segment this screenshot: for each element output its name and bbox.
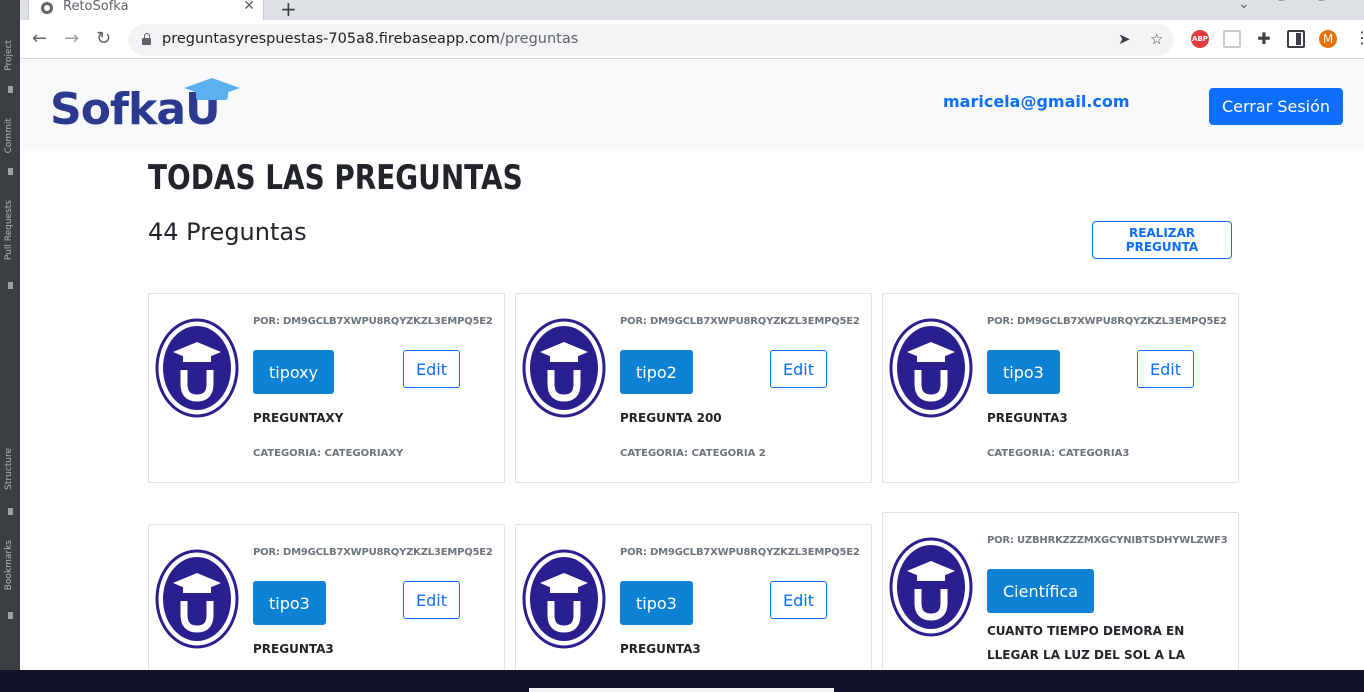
ide-bookmarks-tab[interactable]: Bookmarks xyxy=(4,540,14,590)
ide-commit-tab[interactable]: Commit xyxy=(4,118,14,153)
question-count: 44 Preguntas xyxy=(148,218,307,246)
sofka-u-logo-icon xyxy=(889,537,973,637)
question-card[interactable]: POR: DM9GCLB7XWPU8RQYZKZL3EMPQ5E2 tipo2 Ed… xyxy=(515,293,872,483)
question-type-button[interactable]: tipo3 xyxy=(253,581,326,625)
adblock-extension-icon[interactable]: ABP xyxy=(1191,30,1209,48)
question-type-button[interactable]: Científica xyxy=(987,569,1094,613)
graduation-cap-icon xyxy=(184,78,240,100)
question-text: PREGUNTA3 xyxy=(620,642,701,656)
browser-tab[interactable]: RetoSofka ✕ xyxy=(28,0,264,20)
taskbar xyxy=(0,670,1364,692)
question-text: PREGUNTA3 xyxy=(987,411,1068,425)
question-category: CATEGORIA: CATEGORIA 2 xyxy=(620,448,766,459)
question-card[interactable]: POR: DM9GCLB7XWPU8RQYZKZL3EMPQ5E2 tipo3 Ed… xyxy=(882,293,1239,483)
page-title: TODAS LAS PREGUNTAS xyxy=(148,158,523,198)
ide-project-tab[interactable]: Project xyxy=(4,40,14,71)
url-host: preguntasyrespuestas-705a8.firebaseapp.c… xyxy=(162,31,500,47)
back-arrow-icon[interactable]: ← xyxy=(32,29,47,49)
extensions-puzzle-icon[interactable]: ✚ xyxy=(1255,30,1273,48)
tab-strip: RetoSofka ✕ + ⌄ – – xyxy=(20,0,1364,21)
sofka-u-logo-icon xyxy=(155,318,239,418)
tab-title: RetoSofka xyxy=(63,0,129,14)
browser-window: RetoSofka ✕ + ⌄ – – ← → ↻ preguntasyresp… xyxy=(20,0,1364,670)
question-type-button[interactable]: tipo3 xyxy=(987,350,1060,394)
edit-button[interactable]: Edit xyxy=(770,350,827,388)
sofka-logo[interactable]: SofkaU xyxy=(50,76,250,140)
question-card[interactable]: POR: DM9GCLB7XWPU8RQYZKZL3EMPQ5E2 tipo3 Ed… xyxy=(148,524,505,670)
logout-button[interactable]: Cerrar Sesión xyxy=(1209,88,1343,125)
question-author: POR: DM9GCLB7XWPU8RQYZKZL3EMPQ5E2 xyxy=(253,547,493,558)
ask-question-button[interactable]: REALIZAR PREGUNTA xyxy=(1092,221,1232,259)
bookmark-star-icon[interactable]: ☆ xyxy=(1150,30,1163,48)
globe-icon xyxy=(41,2,53,14)
question-author: POR: DM9GCLB7XWPU8RQYZKZL3EMPQ5E2 xyxy=(253,316,493,327)
ide-pull-requests-tab[interactable]: Pull Requests xyxy=(4,200,14,260)
forward-arrow-icon[interactable]: → xyxy=(64,29,79,49)
ide-marker-icon xyxy=(8,282,13,289)
minimize-icon[interactable]: – xyxy=(1278,0,1285,8)
lock-icon[interactable] xyxy=(142,33,151,45)
sofka-u-logo-icon xyxy=(889,318,973,418)
edit-button[interactable]: Edit xyxy=(770,581,827,619)
question-type-button[interactable]: tipo3 xyxy=(620,581,693,625)
question-type-button[interactable]: tipoxy xyxy=(253,350,335,394)
question-text: PREGUNTAXY xyxy=(253,411,344,425)
question-card[interactable]: POR: DM9GCLB7XWPU8RQYZKZL3EMPQ5E2 tipoxy E… xyxy=(148,293,505,483)
browser-toolbar: ← → ↻ preguntasyrespuestas-705a8.firebas… xyxy=(20,20,1364,59)
question-category: CATEGORIA: CATEGORIAXY xyxy=(253,448,404,459)
question-author: POR: DM9GCLB7XWPU8RQYZKZL3EMPQ5E2 xyxy=(620,316,860,327)
question-text: PREGUNTA3 xyxy=(253,642,334,656)
question-type-button[interactable]: tipo2 xyxy=(620,350,693,394)
url-text: preguntasyrespuestas-705a8.firebaseapp.c… xyxy=(162,31,578,47)
web-page: SofkaU maricela@gmail.com Cerrar Sesión … xyxy=(20,60,1364,670)
question-author: POR: DM9GCLB7XWPU8RQYZKZL3EMPQ5E2 xyxy=(987,316,1227,327)
app-header: SofkaU maricela@gmail.com Cerrar Sesión xyxy=(20,60,1364,151)
menu-kebab-icon[interactable]: ⋮ xyxy=(1354,28,1364,47)
question-category: CATEGORIA: CATEGORIA3 xyxy=(987,448,1130,459)
reload-icon[interactable]: ↻ xyxy=(96,29,111,49)
new-tab-icon[interactable]: + xyxy=(280,0,297,21)
taskbar-highlight xyxy=(529,688,834,692)
ide-marker-icon xyxy=(8,86,13,93)
question-author: POR: UZBHRKZZZMXGCYNIBTSDHYWLZWF3 xyxy=(987,535,1228,546)
side-panel-icon[interactable] xyxy=(1287,30,1305,48)
sofka-u-logo-icon xyxy=(522,318,606,418)
qr-extension-icon[interactable] xyxy=(1223,30,1241,48)
send-icon[interactable]: ➤ xyxy=(1118,30,1131,48)
question-card[interactable]: POR: UZBHRKZZZMXGCYNIBTSDHYWLZWF3 Científ… xyxy=(882,512,1239,670)
ide-marker-icon xyxy=(8,168,13,175)
ide-tool-strip: Project Commit Pull Requests Structure B… xyxy=(0,0,20,692)
close-tab-icon[interactable]: ✕ xyxy=(243,0,255,14)
tab-search-chevron-icon[interactable]: ⌄ xyxy=(1238,0,1250,12)
url-path: /preguntas xyxy=(499,31,579,47)
question-text: CUANTO TIEMPO DEMORA EN LLEGAR LA LUZ DE… xyxy=(987,624,1186,662)
ide-structure-tab[interactable]: Structure xyxy=(4,448,14,490)
ide-marker-icon xyxy=(8,508,13,515)
edit-button[interactable]: Edit xyxy=(403,350,460,388)
sofka-u-logo-icon xyxy=(522,549,606,649)
question-author: POR: DM9GCLB7XWPU8RQYZKZL3EMPQ5E2 xyxy=(620,547,860,558)
edit-button[interactable]: Edit xyxy=(1137,350,1194,388)
question-text: PREGUNTA 200 xyxy=(620,411,722,425)
profile-avatar[interactable]: M xyxy=(1319,30,1337,48)
ide-marker-icon xyxy=(8,612,13,619)
user-email[interactable]: maricela@gmail.com xyxy=(943,92,1130,111)
address-bar[interactable]: preguntasyrespuestas-705a8.firebaseapp.c… xyxy=(128,24,1174,56)
question-card[interactable]: POR: DM9GCLB7XWPU8RQYZKZL3EMPQ5E2 tipo3 Ed… xyxy=(515,524,872,670)
edit-button[interactable]: Edit xyxy=(403,581,460,619)
logo-word: Sofka xyxy=(50,84,186,135)
sofka-u-logo-icon xyxy=(155,549,239,649)
maximize-icon[interactable]: – xyxy=(1318,0,1325,8)
